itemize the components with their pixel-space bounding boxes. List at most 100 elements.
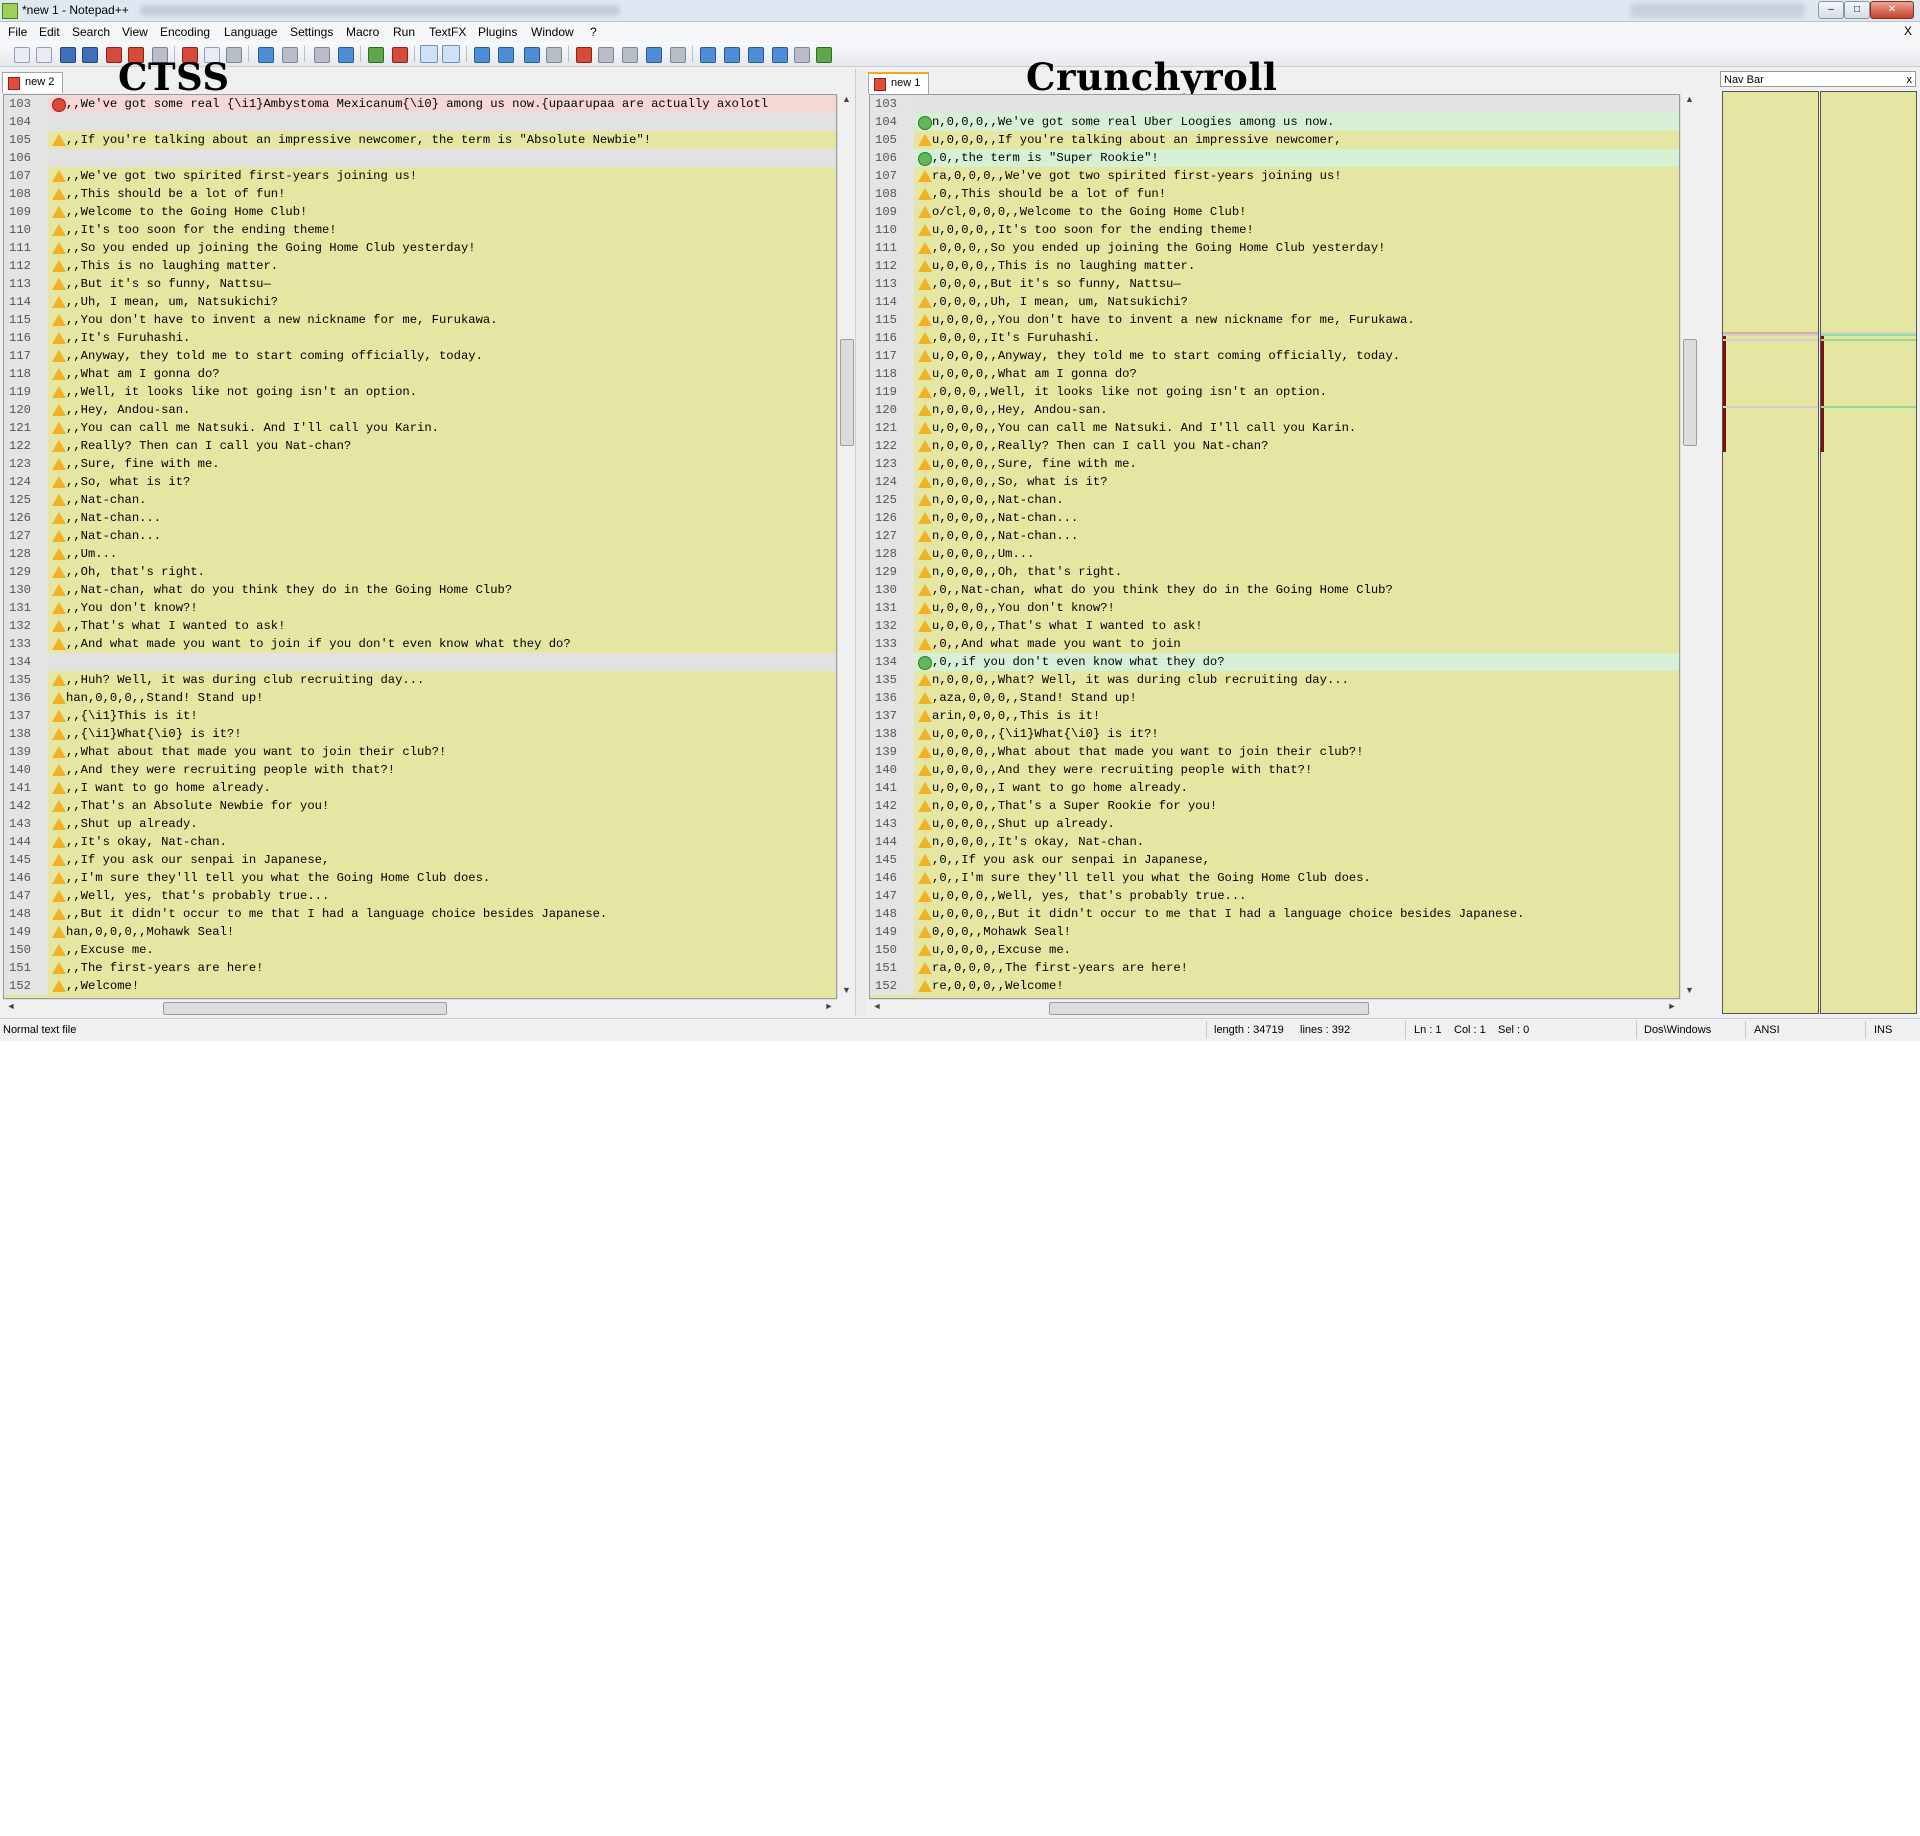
menu-language[interactable]: Language xyxy=(224,25,277,39)
user-language-icon[interactable] xyxy=(546,47,562,63)
record-macro-icon[interactable] xyxy=(576,47,592,63)
code-line[interactable]: 141 u,0,0,0,,I want to go home already. xyxy=(870,779,1679,797)
code-line[interactable]: 116 ,,It's Furuhashi. xyxy=(4,329,836,347)
code-line[interactable]: 145 ,0,,If you ask our senpai in Japanese… xyxy=(870,851,1679,869)
code-line[interactable]: 136 han,0,0,0,,Stand! Stand up! xyxy=(4,689,836,707)
code-line[interactable]: 125 n,0,0,0,,Nat-chan. xyxy=(870,491,1679,509)
code-line[interactable]: 107 ra,0,0,0,,We've got two spirited firs… xyxy=(870,167,1679,185)
code-line[interactable]: 123 ,,Sure, fine with me. xyxy=(4,455,836,473)
play-macro-icon[interactable] xyxy=(622,47,638,63)
scroll-down-arrow[interactable]: ▼ xyxy=(838,985,855,999)
run-macro-multiple-icon[interactable] xyxy=(646,47,662,63)
code-line[interactable]: 125 ,,Nat-chan. xyxy=(4,491,836,509)
code-line[interactable]: 130 ,0,,Nat-chan, what do you think they … xyxy=(870,581,1679,599)
compare-next-icon[interactable] xyxy=(748,47,764,63)
code-line[interactable]: 123 u,0,0,0,,Sure, fine with me. xyxy=(870,455,1679,473)
right-text-editor[interactable]: 103 104 n,0,0,0,,We've got some real Uber … xyxy=(869,94,1680,999)
scroll-thumb[interactable] xyxy=(1683,339,1697,446)
code-line[interactable]: 134 ,0,,if you don't even know what they … xyxy=(870,653,1679,671)
code-line[interactable]: 104 xyxy=(4,113,836,131)
code-line[interactable]: 137 ,,{\i1}This is it! xyxy=(4,707,836,725)
code-line[interactable]: 142 n,0,0,0,,That's a Super Rookie for yo… xyxy=(870,797,1679,815)
code-line[interactable]: 150 u,0,0,0,,Excuse me. xyxy=(870,941,1679,959)
new-file-icon[interactable] xyxy=(14,47,30,63)
menu-settings[interactable]: Settings xyxy=(290,25,333,39)
spell-check-icon[interactable] xyxy=(816,47,832,63)
code-line[interactable]: 148 u,0,0,0,,But it didn't occur to me th… xyxy=(870,905,1679,923)
code-line[interactable]: 133 ,0,,And what made you want to join xyxy=(870,635,1679,653)
code-line[interactable]: 132 ,,That's what I wanted to ask! xyxy=(4,617,836,635)
code-line[interactable]: 151 ra,0,0,0,,The first-years are here! xyxy=(870,959,1679,977)
code-line[interactable]: 118 u,0,0,0,,What am I gonna do? xyxy=(870,365,1679,383)
code-line[interactable]: 110 u,0,0,0,,It's too soon for the ending… xyxy=(870,221,1679,239)
code-line[interactable]: 140 u,0,0,0,,And they were recruiting peo… xyxy=(870,761,1679,779)
code-line[interactable]: 147 u,0,0,0,,Well, yes, that's probably t… xyxy=(870,887,1679,905)
code-line[interactable]: 122 ,,Really? Then can I call you Nat-cha… xyxy=(4,437,836,455)
close-window-button[interactable]: ✕ xyxy=(1870,1,1914,19)
code-line[interactable]: 138 u,0,0,0,,{\i1}What{\i0} is it?! xyxy=(870,725,1679,743)
code-line[interactable]: 134 xyxy=(4,653,836,671)
open-file-icon[interactable] xyxy=(36,47,52,63)
code-line[interactable]: 119 ,0,0,0,,Well, it looks like not going… xyxy=(870,383,1679,401)
sync-vertical-scroll-icon[interactable] xyxy=(420,45,438,63)
compare-previous-icon[interactable] xyxy=(724,47,740,63)
scroll-thumb[interactable] xyxy=(840,339,854,446)
code-line[interactable]: 124 n,0,0,0,,So, what is it? xyxy=(870,473,1679,491)
code-line[interactable]: 143 u,0,0,0,,Shut up already. xyxy=(870,815,1679,833)
code-line[interactable]: 111 ,,So you ended up joining the Going H… xyxy=(4,239,836,257)
scroll-up-arrow[interactable]: ▲ xyxy=(1681,94,1698,108)
stop-macro-icon[interactable] xyxy=(598,47,614,63)
save-macro-icon[interactable] xyxy=(670,47,686,63)
code-line[interactable]: 110 ,,It's too soon for the ending theme! xyxy=(4,221,836,239)
code-line[interactable]: 118 ,,What am I gonna do? xyxy=(4,365,836,383)
menu-window[interactable]: Window xyxy=(531,25,574,39)
code-line[interactable]: 132 u,0,0,0,,That's what I wanted to ask! xyxy=(870,617,1679,635)
word-wrap-icon[interactable] xyxy=(474,47,490,63)
left-horizontal-scrollbar[interactable]: ◄ ► xyxy=(3,999,837,1016)
scroll-thumb[interactable] xyxy=(163,1002,447,1015)
code-line[interactable]: 141 ,,I want to go home already. xyxy=(4,779,836,797)
replace-icon[interactable] xyxy=(338,47,354,63)
code-line[interactable]: 113 ,0,0,0,,But it's so funny, Nattsu— xyxy=(870,275,1679,293)
code-line[interactable]: 107 ,,We've got two spirited first-years … xyxy=(4,167,836,185)
code-line[interactable]: 150 ,,Excuse me. xyxy=(4,941,836,959)
menu-encoding[interactable]: Encoding xyxy=(160,25,210,39)
code-line[interactable]: 148 ,,But it didn't occur to me that I ha… xyxy=(4,905,836,923)
code-line[interactable]: 137 arin,0,0,0,,This is it! xyxy=(870,707,1679,725)
code-line[interactable]: 111 ,0,0,0,,So you ended up joining the G… xyxy=(870,239,1679,257)
sync-horizontal-scroll-icon[interactable] xyxy=(442,45,460,63)
code-line[interactable]: 152 ,,Welcome! xyxy=(4,977,836,995)
code-line[interactable]: 144 n,0,0,0,,It's okay, Nat-chan. xyxy=(870,833,1679,851)
close-document-button[interactable]: X xyxy=(1904,24,1912,38)
code-line[interactable]: 116 ,0,0,0,,It's Furuhashi. xyxy=(870,329,1679,347)
menu-plugins[interactable]: Plugins xyxy=(478,25,517,39)
code-line[interactable]: 145 ,,If you ask our senpai in Japanese, xyxy=(4,851,836,869)
code-line[interactable]: 103 ,,We've got some real {\i1}Ambystoma … xyxy=(4,95,836,113)
code-line[interactable]: 143 ,,Shut up already. xyxy=(4,815,836,833)
code-line[interactable]: 144 ,,It's okay, Nat-chan. xyxy=(4,833,836,851)
code-line[interactable]: 146 ,,I'm sure they'll tell you what the … xyxy=(4,869,836,887)
code-line[interactable]: 114 ,0,0,0,,Uh, I mean, um, Natsukichi? xyxy=(870,293,1679,311)
left-text-editor[interactable]: 103 ,,We've got some real {\i1}Ambystoma … xyxy=(3,94,837,999)
code-line[interactable]: 103 xyxy=(870,95,1679,113)
code-line[interactable]: 133 ,,And what made you want to join if y… xyxy=(4,635,836,653)
code-line[interactable]: 126 n,0,0,0,,Nat-chan... xyxy=(870,509,1679,527)
maximize-button[interactable]: □ xyxy=(1844,1,1870,19)
code-line[interactable]: 139 u,0,0,0,,What about that made you wan… xyxy=(870,743,1679,761)
code-line[interactable]: 108 ,,This should be a lot of fun! xyxy=(4,185,836,203)
compare-options-icon[interactable] xyxy=(794,47,810,63)
menu-file[interactable]: File xyxy=(8,25,27,39)
indent-guide-icon[interactable] xyxy=(524,47,540,63)
code-line[interactable]: 147 ,,Well, yes, that's probably true... xyxy=(4,887,836,905)
code-line[interactable]: 122 n,0,0,0,,Really? Then can I call you … xyxy=(870,437,1679,455)
scroll-right-arrow[interactable]: ► xyxy=(823,1001,835,1015)
undo-icon[interactable] xyxy=(258,47,274,63)
menu-textfx[interactable]: TextFX xyxy=(429,25,466,39)
code-line[interactable]: 106 ,0,,the term is "Super Rookie"! xyxy=(870,149,1679,167)
find-icon[interactable] xyxy=(314,47,330,63)
scroll-up-arrow[interactable]: ▲ xyxy=(838,94,855,108)
code-line[interactable]: 108 ,0,,This should be a lot of fun! xyxy=(870,185,1679,203)
show-all-characters-icon[interactable] xyxy=(498,47,514,63)
scroll-down-arrow[interactable]: ▼ xyxy=(1681,985,1698,999)
code-line[interactable]: 152 re,0,0,0,,Welcome! xyxy=(870,977,1679,995)
